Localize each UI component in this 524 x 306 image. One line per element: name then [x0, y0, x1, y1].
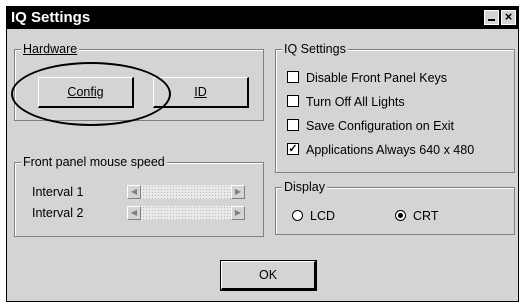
interval-1-slider[interactable]: ◀ ▶: [127, 185, 245, 199]
crt-label: CRT: [413, 209, 439, 223]
disable-front-panel-keys-label: Disable Front Panel Keys: [306, 71, 448, 85]
display-group-label: Display: [282, 179, 327, 195]
title-bar[interactable]: IQ Settings ×: [7, 7, 518, 29]
scroll-right-icon[interactable]: ▶: [231, 185, 245, 199]
config-button[interactable]: Config: [38, 77, 134, 108]
save-configuration-checkbox[interactable]: [287, 119, 299, 131]
turn-off-all-lights-checkbox[interactable]: [287, 95, 299, 107]
interval-2-row: Interval 2 ◀ ▶: [32, 205, 257, 221]
interval-1-label: Interval 1: [32, 185, 84, 199]
close-button[interactable]: ×: [501, 9, 516, 25]
scroll-left-icon[interactable]: ◀: [127, 206, 141, 220]
id-button[interactable]: ID: [153, 77, 249, 108]
interval-2-label: Interval 2: [32, 206, 84, 220]
minimize-button[interactable]: [484, 10, 499, 25]
applications-640-checkbox[interactable]: ✓: [287, 143, 299, 155]
iq-settings-group-label: IQ Settings: [282, 41, 348, 57]
radio-selected-dot: [398, 213, 403, 218]
scroll-right-icon[interactable]: ▶: [231, 206, 245, 220]
interval-2-slider[interactable]: ◀ ▶: [127, 206, 245, 220]
lcd-label: LCD: [310, 209, 336, 223]
save-configuration-label: Save Configuration on Exit: [306, 119, 455, 133]
close-icon: ×: [504, 9, 513, 24]
ok-button[interactable]: OK: [220, 260, 317, 291]
lcd-radio[interactable]: [292, 210, 303, 221]
ok-button-label: OK: [258, 268, 278, 282]
check-mark-icon: ✓: [288, 143, 298, 155]
mouse-speed-group-label: Front panel mouse speed: [21, 154, 167, 170]
interval-1-row: Interval 1 ◀ ▶: [32, 184, 257, 200]
window-title: IQ Settings: [11, 9, 91, 26]
turn-off-all-lights-label: Turn Off All Lights: [306, 95, 405, 109]
id-button-label: ID: [194, 85, 207, 99]
iq-settings-window: IQ Settings × Hardware Config ID IQ Sett…: [6, 6, 519, 302]
minimize-icon: [488, 19, 495, 21]
crt-radio[interactable]: [395, 210, 406, 221]
config-button-label: Config: [67, 85, 104, 99]
disable-front-panel-keys-checkbox[interactable]: [287, 71, 299, 83]
applications-640-label: Applications Always 640 x 480: [306, 143, 475, 157]
scroll-left-icon[interactable]: ◀: [127, 185, 141, 199]
hardware-group-label: Hardware: [21, 41, 80, 57]
